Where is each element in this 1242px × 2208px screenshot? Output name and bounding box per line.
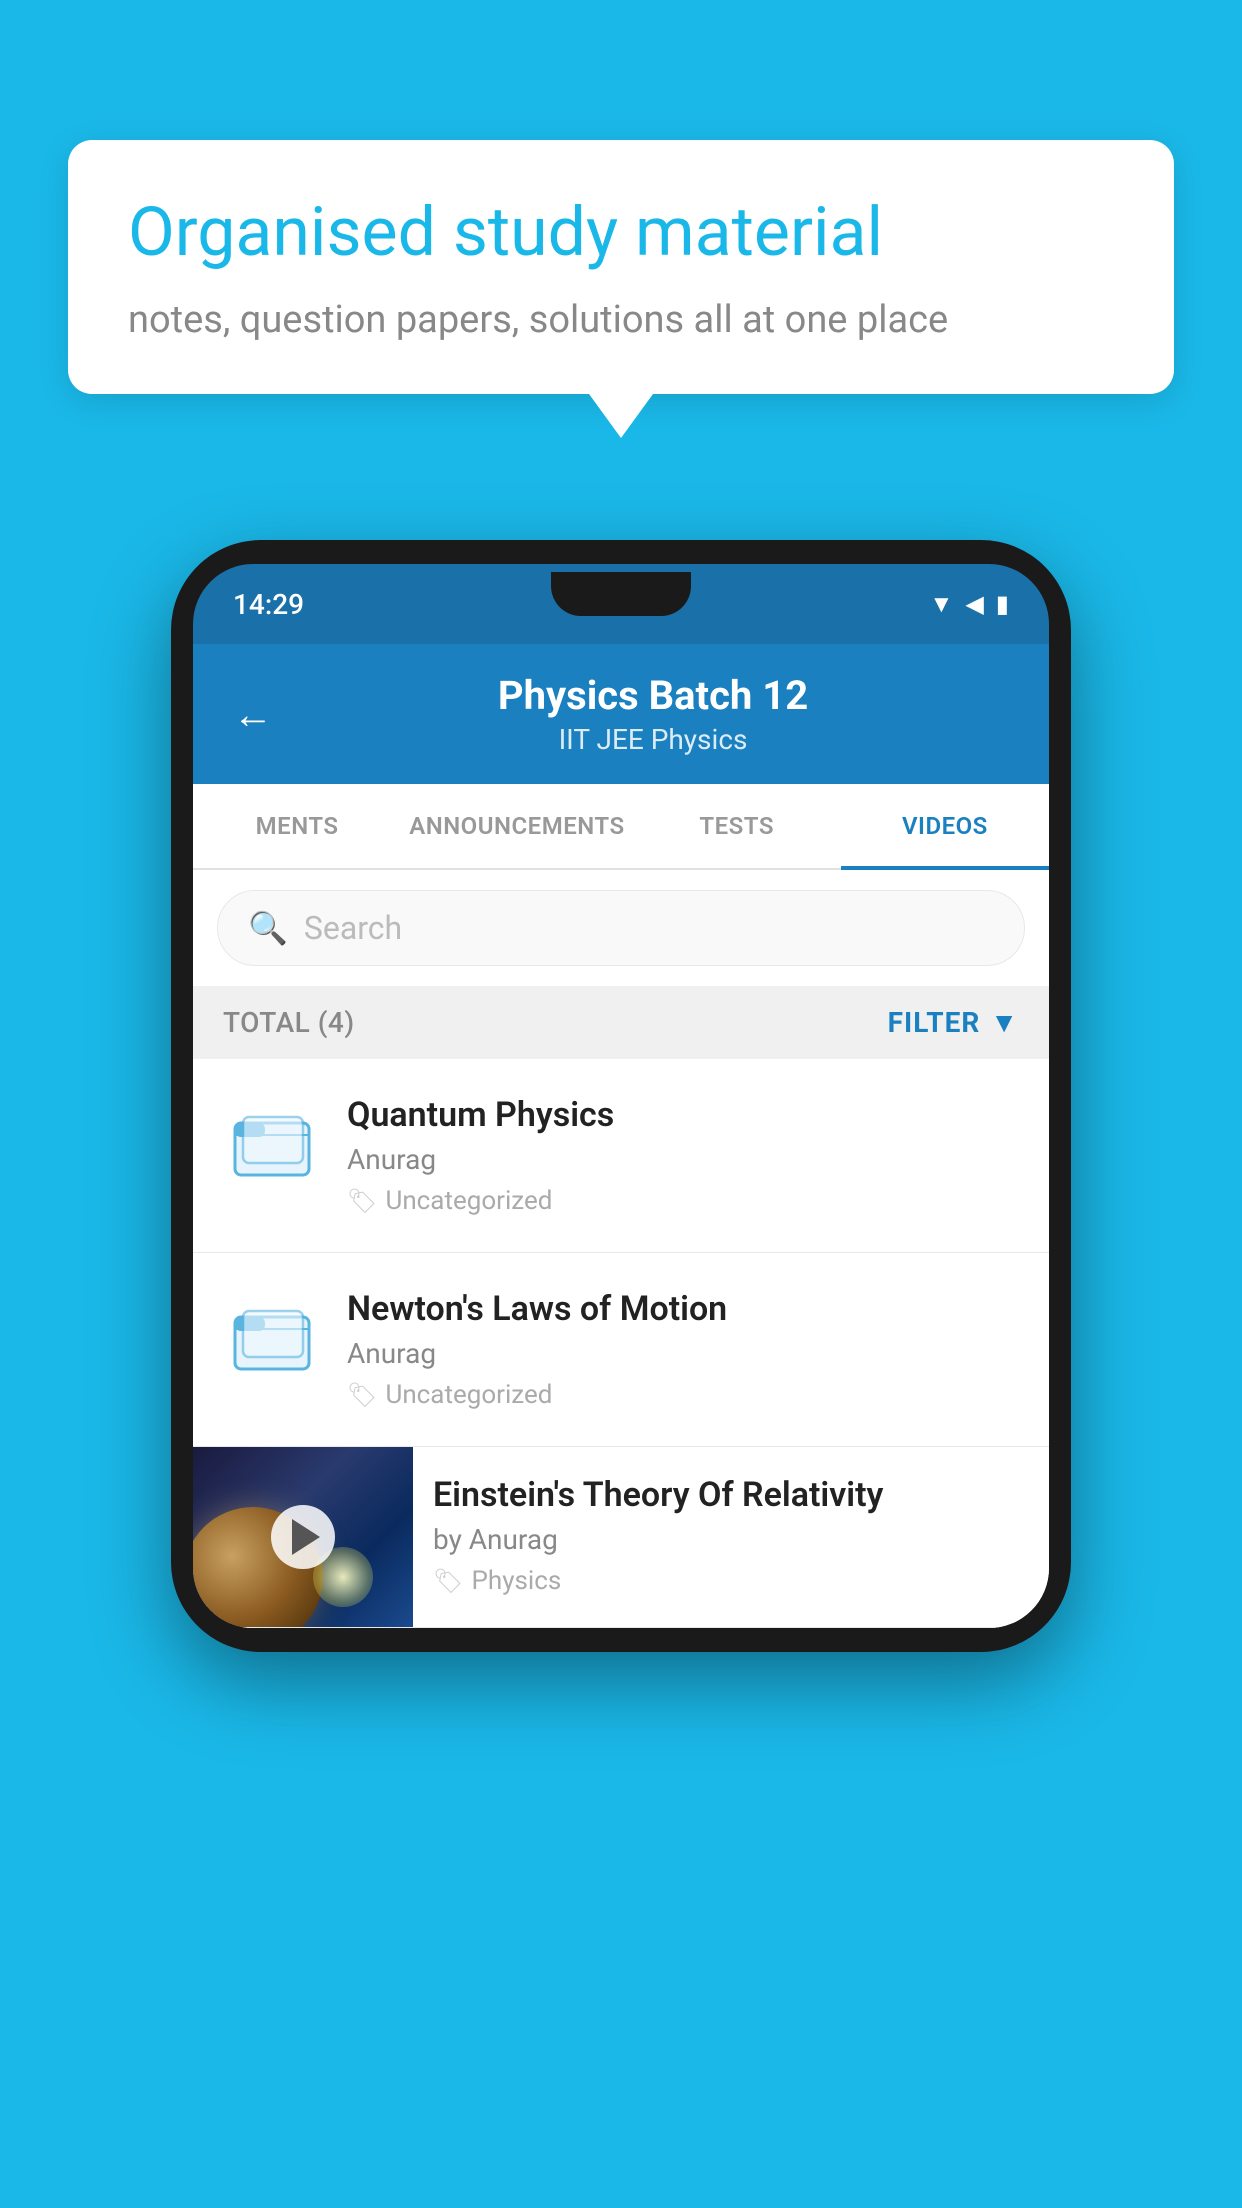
- video-info: Newton's Laws of Motion Anurag 🏷 Uncateg…: [347, 1289, 1019, 1410]
- video-list: Quantum Physics Anurag 🏷 Uncategorized: [193, 1059, 1049, 1628]
- video-tag: 🏷 Uncategorized: [347, 1380, 1019, 1410]
- header-title: Physics Batch 12: [297, 672, 1009, 719]
- header-text: Physics Batch 12 IIT JEE Physics: [297, 672, 1009, 756]
- phone-outer: 14:29 ▼ ◀ ▮ ← Physics Batch 12 IIT JEE P…: [171, 540, 1071, 1652]
- folder-icon-wrap: [223, 1095, 323, 1195]
- video-info: Quantum Physics Anurag 🏷 Uncategorized: [347, 1095, 1019, 1216]
- header-subtitle: IIT JEE Physics: [297, 723, 1009, 756]
- video-title: Quantum Physics: [347, 1095, 1019, 1135]
- play-button[interactable]: [271, 1505, 335, 1569]
- video-author: Anurag: [347, 1143, 1019, 1176]
- tag-icon: 🏷: [347, 1187, 377, 1215]
- tab-announcements[interactable]: ANNOUNCEMENTS: [401, 784, 632, 868]
- video-title: Newton's Laws of Motion: [347, 1289, 1019, 1329]
- phone-wrapper: 14:29 ▼ ◀ ▮ ← Physics Batch 12 IIT JEE P…: [171, 540, 1071, 1652]
- wifi-icon: ▼: [930, 590, 954, 619]
- filter-bar: TOTAL (4) FILTER ▼: [193, 986, 1049, 1059]
- total-label: TOTAL (4): [223, 1006, 355, 1039]
- search-box[interactable]: 🔍 Search: [217, 890, 1025, 966]
- battery-icon: ▮: [996, 590, 1009, 618]
- tab-videos[interactable]: VIDEOS: [841, 784, 1049, 868]
- list-item[interactable]: Einstein's Theory Of Relativity by Anura…: [193, 1447, 1049, 1628]
- tab-ments[interactable]: MENTS: [193, 784, 401, 868]
- status-bar: 14:29 ▼ ◀ ▮: [193, 564, 1049, 644]
- search-container: 🔍 Search: [193, 870, 1049, 986]
- tag-icon: 🏷: [347, 1381, 377, 1409]
- video-tag: 🏷 Physics: [433, 1566, 1029, 1596]
- speech-bubble-subtitle: notes, question papers, solutions all at…: [128, 298, 1114, 342]
- list-item[interactable]: Newton's Laws of Motion Anurag 🏷 Uncateg…: [193, 1253, 1049, 1447]
- status-icons: ▼ ◀ ▮: [930, 590, 1009, 619]
- folder-icon: [233, 1109, 313, 1181]
- speech-bubble: Organised study material notes, question…: [68, 140, 1174, 394]
- search-icon: 🔍: [248, 909, 288, 947]
- filter-button[interactable]: FILTER ▼: [888, 1006, 1019, 1039]
- tag-icon: 🏷: [433, 1567, 463, 1595]
- tabs-bar: MENTS ANNOUNCEMENTS TESTS VIDEOS: [193, 784, 1049, 870]
- video-info: Einstein's Theory Of Relativity by Anura…: [413, 1447, 1049, 1624]
- folder-icon-wrap: [223, 1289, 323, 1389]
- play-triangle-icon: [292, 1519, 320, 1555]
- back-button[interactable]: ←: [233, 691, 273, 738]
- search-input[interactable]: Search: [304, 909, 994, 947]
- list-item[interactable]: Quantum Physics Anurag 🏷 Uncategorized: [193, 1059, 1049, 1253]
- signal-icon: ◀: [965, 590, 983, 618]
- video-tag: 🏷 Uncategorized: [347, 1186, 1019, 1216]
- folder-icon: [233, 1303, 313, 1375]
- app-header: ← Physics Batch 12 IIT JEE Physics: [193, 644, 1049, 784]
- status-time: 14:29: [233, 588, 304, 621]
- tab-tests[interactable]: TESTS: [633, 784, 841, 868]
- phone-screen: ← Physics Batch 12 IIT JEE Physics MENTS…: [193, 644, 1049, 1628]
- video-author: by Anurag: [433, 1523, 1029, 1556]
- filter-funnel-icon: ▼: [990, 1006, 1019, 1039]
- speech-bubble-title: Organised study material: [128, 192, 1114, 274]
- video-author: Anurag: [347, 1337, 1019, 1370]
- video-title: Einstein's Theory Of Relativity: [433, 1475, 1029, 1515]
- video-thumbnail: [193, 1447, 413, 1627]
